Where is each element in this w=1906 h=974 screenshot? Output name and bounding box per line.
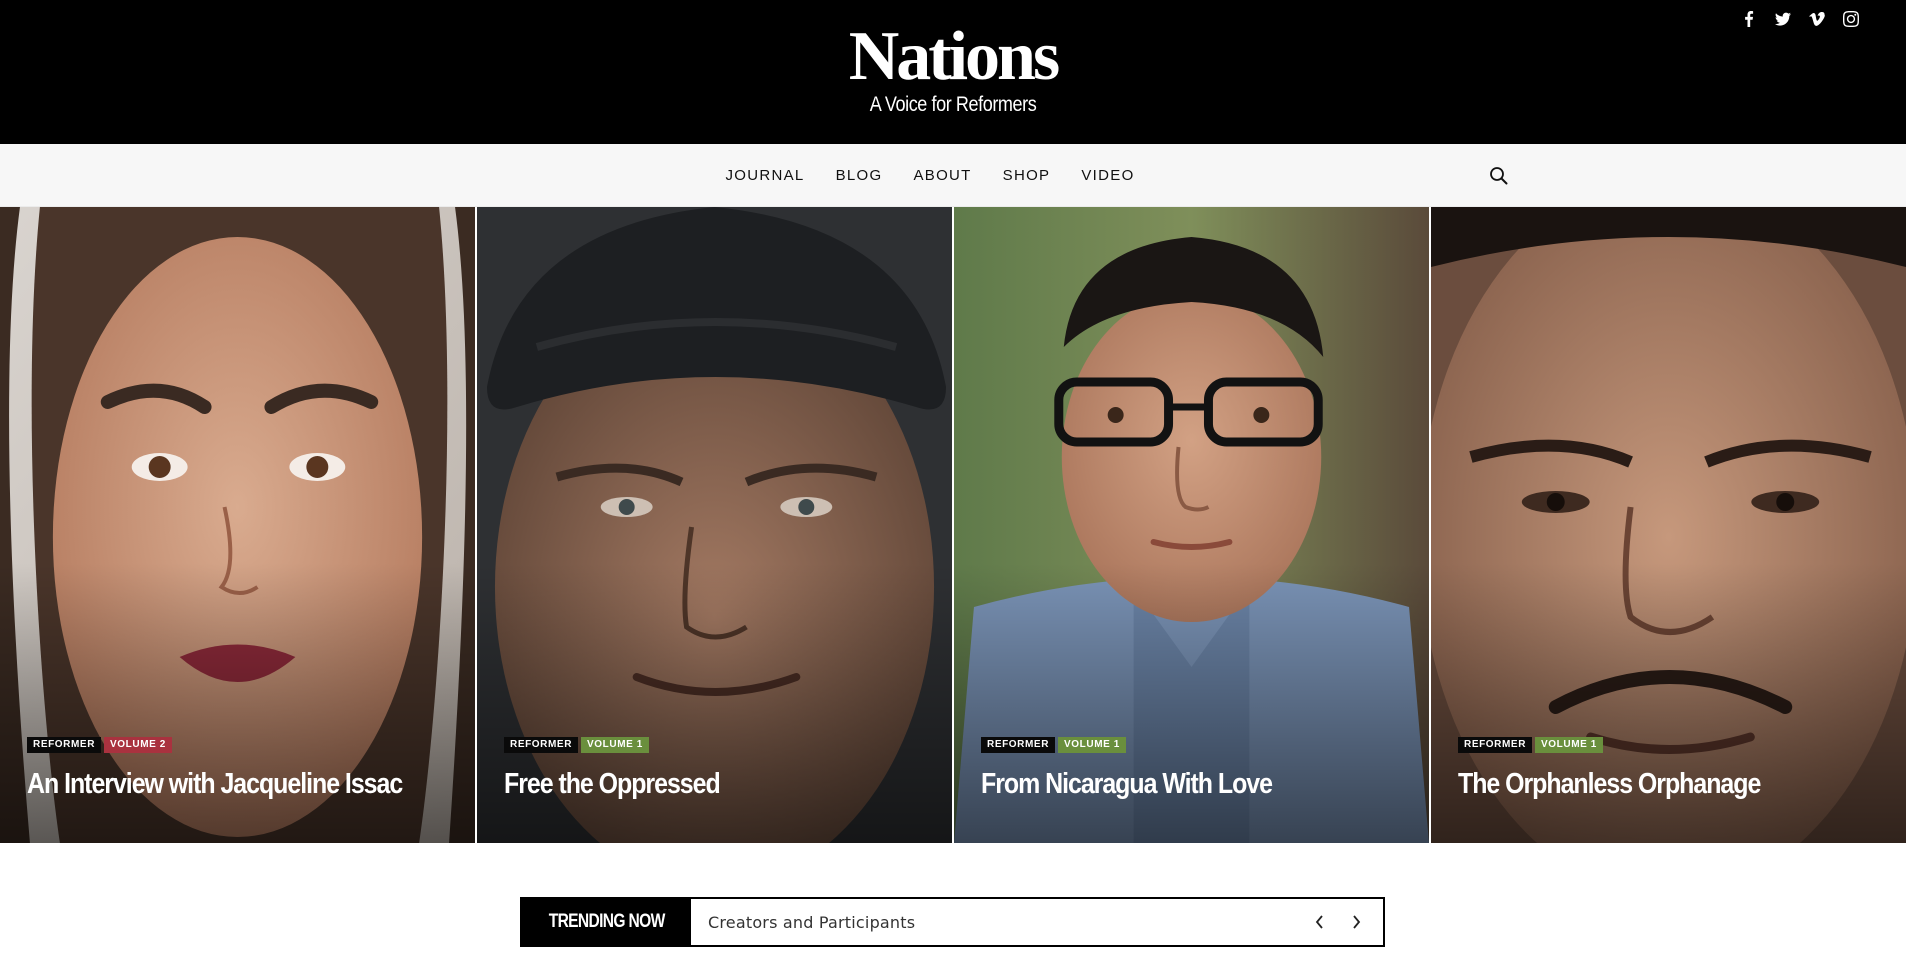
nav-item-shop[interactable]: SHOP — [1003, 167, 1051, 184]
site-header: Nations A Voice for Reformers — [0, 0, 1906, 144]
category-tag[interactable]: REFORMER — [981, 737, 1056, 753]
card-tags: REFORMER VOLUME 2 — [27, 737, 455, 753]
instagram-icon[interactable] — [1842, 10, 1860, 28]
category-tag[interactable]: REFORMER — [504, 737, 579, 753]
card-tags: REFORMER VOLUME 1 — [1458, 737, 1886, 753]
brand-title: Nations — [848, 18, 1060, 95]
trending-item[interactable]: Creators and Participants — [691, 899, 1309, 945]
nav-menu: JOURNAL BLOG ABOUT SHOP VIDEO — [0, 144, 1906, 207]
card-title[interactable]: Free the Oppressed — [504, 767, 872, 801]
nav-item-journal[interactable]: JOURNAL — [725, 167, 804, 184]
card-overlay — [954, 563, 1429, 843]
volume-tag[interactable]: VOLUME 1 — [1535, 737, 1603, 753]
card-meta: REFORMER VOLUME 1 From Nicaragua With Lo… — [981, 737, 1409, 801]
nav-item-about[interactable]: ABOUT — [913, 167, 971, 184]
nav-item-video[interactable]: VIDEO — [1081, 167, 1134, 184]
featured-card[interactable]: REFORMER VOLUME 1 Free the Oppressed — [477, 207, 952, 843]
volume-tag[interactable]: VOLUME 1 — [1058, 737, 1126, 753]
card-tags: REFORMER VOLUME 1 — [981, 737, 1409, 753]
chevron-left-icon[interactable] — [1309, 911, 1331, 933]
nav-item-blog[interactable]: BLOG — [836, 167, 883, 184]
trending-label-text: TRENDING NOW — [548, 911, 666, 932]
volume-tag[interactable]: VOLUME 1 — [581, 737, 649, 753]
main-navigation: JOURNAL BLOG ABOUT SHOP VIDEO — [0, 144, 1906, 207]
search-icon[interactable] — [1488, 165, 1510, 187]
facebook-icon[interactable] — [1740, 10, 1758, 28]
featured-card[interactable]: REFORMER VOLUME 1 From Nicaragua With Lo… — [954, 207, 1429, 843]
card-title[interactable]: The Orphanless Orphanage — [1458, 767, 1826, 801]
site-logo[interactable]: Nations A Voice for Reformers — [0, 22, 1906, 117]
twitter-icon[interactable] — [1774, 10, 1792, 28]
chevron-right-icon[interactable] — [1345, 911, 1367, 933]
vimeo-icon[interactable] — [1808, 10, 1826, 28]
featured-card[interactable]: REFORMER VOLUME 1 The Orphanless Orphana… — [1431, 207, 1906, 843]
card-overlay — [0, 563, 475, 843]
trending-label: TRENDING NOW — [522, 899, 691, 945]
card-title[interactable]: From Nicaragua With Love — [981, 767, 1349, 801]
category-tag[interactable]: REFORMER — [27, 737, 102, 753]
card-meta: REFORMER VOLUME 1 The Orphanless Orphana… — [1458, 737, 1886, 801]
volume-tag[interactable]: VOLUME 2 — [104, 737, 172, 753]
card-overlay — [1431, 563, 1906, 843]
card-overlay — [477, 563, 952, 843]
card-meta: REFORMER VOLUME 2 An Interview with Jacq… — [27, 737, 455, 801]
brand-tagline: A Voice for Reformers — [869, 93, 1037, 116]
category-tag[interactable]: REFORMER — [1458, 737, 1533, 753]
ticker-controls — [1309, 899, 1383, 945]
card-tags: REFORMER VOLUME 1 — [504, 737, 932, 753]
featured-card[interactable]: REFORMER VOLUME 2 An Interview with Jacq… — [0, 207, 475, 843]
social-links — [1740, 10, 1860, 28]
card-title[interactable]: An Interview with Jacqueline Issac — [27, 767, 403, 801]
card-meta: REFORMER VOLUME 1 Free the Oppressed — [504, 737, 932, 801]
trending-ticker: TRENDING NOW Creators and Participants — [520, 897, 1385, 947]
featured-stories: REFORMER VOLUME 2 An Interview with Jacq… — [0, 207, 1906, 843]
